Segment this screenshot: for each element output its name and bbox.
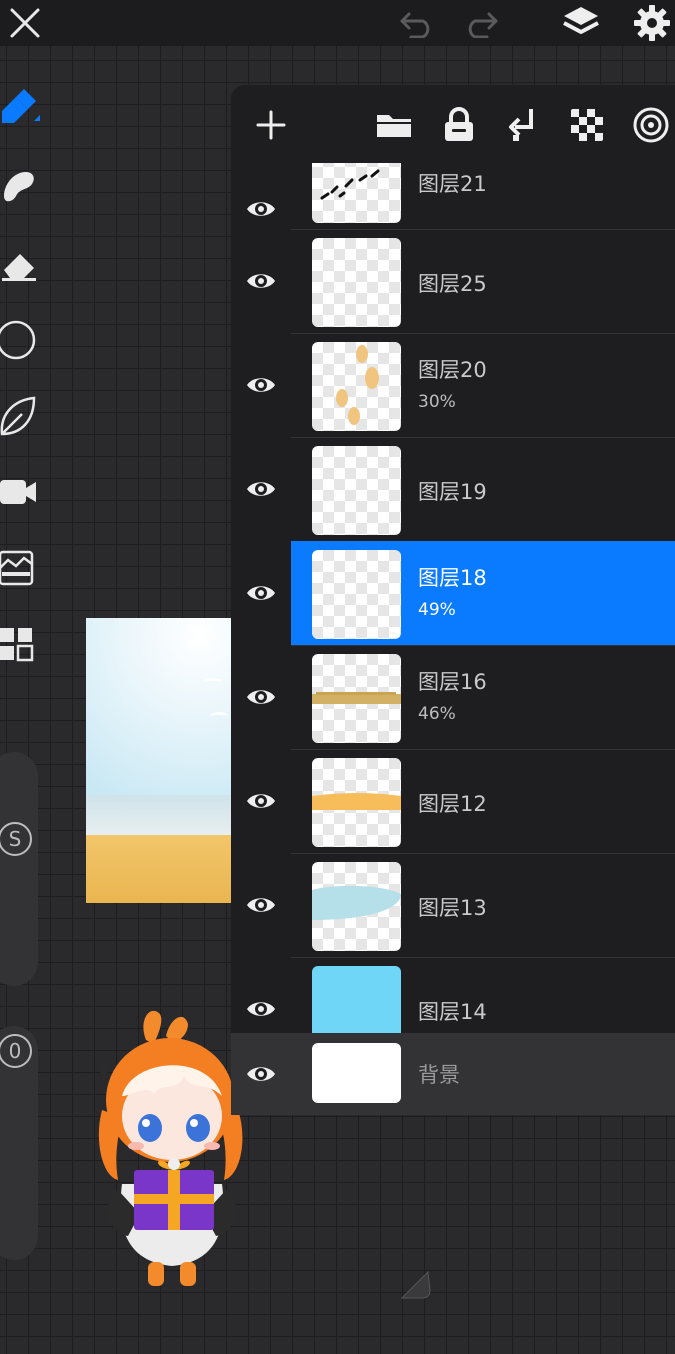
layer-thumbnail [312, 862, 401, 951]
add-icon[interactable] [249, 103, 293, 147]
layer-row[interactable]: 图层14 [231, 957, 675, 1033]
filter-icon[interactable] [0, 542, 44, 594]
gallery-grid-icon[interactable] [0, 618, 44, 670]
panel-resize-handle[interactable] [398, 1266, 432, 1306]
lock-icon[interactable] [437, 103, 481, 147]
redo-icon[interactable] [456, 0, 506, 46]
layer-row-body[interactable]: 图层16 46% [291, 645, 675, 749]
layer-name: 背景 [418, 1063, 460, 1087]
layers-icon[interactable] [556, 0, 606, 46]
folder-icon[interactable] [372, 103, 416, 147]
layer-row[interactable]: 图层25 [231, 229, 675, 333]
layer-row-body[interactable]: 图层13 [291, 853, 675, 957]
layer-opacity: 30% [418, 392, 456, 412]
eye-icon[interactable] [231, 749, 291, 853]
eye-icon[interactable] [231, 437, 291, 541]
close-icon[interactable] [0, 0, 50, 46]
smudge-icon[interactable] [0, 160, 44, 212]
layer-thumbnail [312, 163, 401, 223]
layer-row-body[interactable]: 图层20 30% [291, 333, 675, 437]
layer-name: 图层19 [418, 480, 487, 504]
layer-opacity: 49% [418, 600, 456, 620]
app-root: S 0 图层21 图层25 图层20 30% 图层19 图层18 49% 图层1… [0, 0, 675, 1354]
layer-row-body[interactable]: 图层12 [291, 749, 675, 853]
eye-icon[interactable] [231, 541, 291, 645]
layer-row-body[interactable]: 图层25 [291, 229, 675, 333]
background-layer-row[interactable]: 背景 [231, 1033, 675, 1115]
eye-icon[interactable] [231, 333, 291, 437]
gear-icon[interactable] [627, 0, 675, 46]
opacity-slider-label: 0 [8, 1039, 22, 1063]
layer-name: 图层16 [418, 670, 487, 694]
layer-panel-toolbar [231, 85, 675, 163]
artwork-bird [210, 712, 228, 720]
layer-row[interactable]: 图层12 [231, 749, 675, 853]
layer-name: 图层12 [418, 792, 487, 816]
layer-list[interactable]: 图层21 图层25 图层20 30% 图层19 图层18 49% 图层16 46… [231, 163, 675, 1033]
eye-icon[interactable] [231, 229, 291, 333]
eraser-icon[interactable] [0, 238, 44, 290]
brush-opacity-slider[interactable]: 0 [0, 1026, 38, 1260]
layer-thumbnail [312, 342, 401, 431]
layer-row[interactable]: 图层19 [231, 437, 675, 541]
eye-icon[interactable] [231, 1033, 291, 1115]
layer-row-selected[interactable]: 图层18 49% [231, 541, 675, 645]
layer-thumbnail [312, 654, 401, 743]
merge-down-icon[interactable] [501, 103, 545, 147]
undo-icon[interactable] [392, 0, 442, 46]
eye-icon[interactable] [231, 163, 291, 229]
layer-thumbnail [312, 758, 401, 847]
top-bar [0, 0, 675, 46]
layer-row-body-selected[interactable]: 图层18 49% [291, 541, 675, 645]
layer-name: 图层14 [418, 1000, 487, 1024]
layer-name: 图层20 [418, 358, 487, 382]
video-icon[interactable] [0, 466, 44, 518]
select-circle-icon[interactable] [0, 314, 44, 366]
layer-thumbnail [312, 238, 401, 327]
artwork-bird [204, 678, 222, 686]
layer-name: 图层21 [418, 172, 487, 196]
leaf-icon[interactable] [0, 390, 44, 442]
size-slider-label: S [8, 827, 22, 851]
layer-row[interactable]: 图层13 [231, 853, 675, 957]
layer-row-body[interactable]: 图层19 [291, 437, 675, 541]
layer-panel: 图层21 图层25 图层20 30% 图层19 图层18 49% 图层16 46… [231, 85, 675, 1115]
layer-row-body[interactable]: 图层14 [291, 957, 675, 1033]
layer-row-body[interactable]: 图层21 [291, 163, 675, 229]
layer-thumbnail [312, 446, 401, 535]
brush-icon[interactable] [0, 80, 44, 132]
checker-icon[interactable] [565, 103, 609, 147]
layer-row[interactable]: 图层20 30% [231, 333, 675, 437]
opacity-slider-knob[interactable]: 0 [0, 1034, 32, 1068]
layer-name: 图层25 [418, 272, 487, 296]
layer-name: 图层13 [418, 896, 487, 920]
layer-thumbnail [312, 550, 401, 639]
eye-icon[interactable] [231, 853, 291, 957]
brush-size-slider[interactable]: S [0, 752, 38, 986]
layer-name: 图层18 [418, 566, 487, 590]
eye-icon[interactable] [231, 957, 291, 1033]
layer-thumbnail [312, 966, 401, 1033]
layer-row[interactable]: 图层21 [231, 163, 675, 229]
layer-row[interactable]: 图层16 46% [231, 645, 675, 749]
size-slider-knob[interactable]: S [0, 822, 32, 856]
eye-icon[interactable] [231, 645, 291, 749]
layer-thumbnail [312, 1043, 401, 1103]
layer-opacity: 46% [418, 704, 456, 724]
target-icon[interactable] [629, 103, 673, 147]
